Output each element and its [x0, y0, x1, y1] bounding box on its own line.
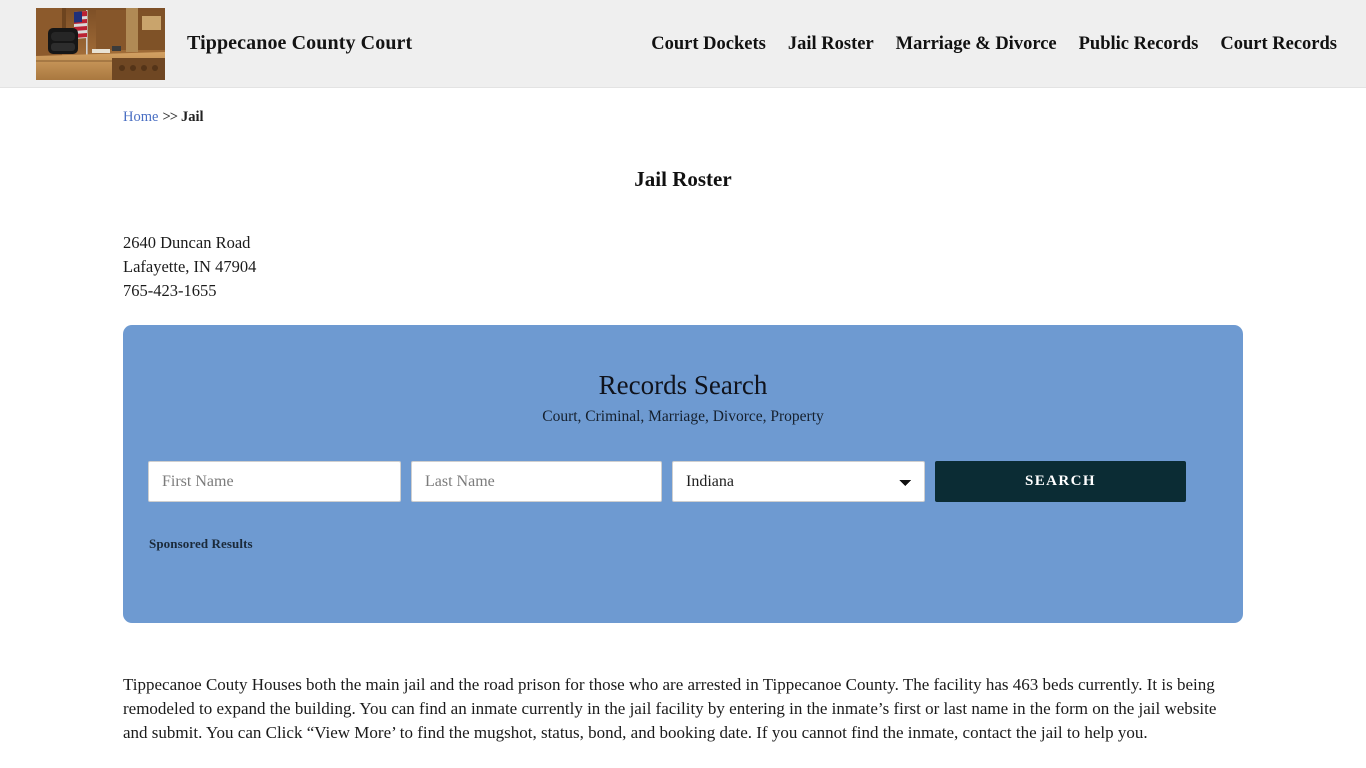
records-search-panel: Records Search Court, Criminal, Marriage…	[123, 324, 1243, 623]
nav-item-public-records[interactable]: Public Records	[1068, 32, 1210, 54]
facility-address: 2640 Duncan Road Lafayette, IN 47904 765…	[123, 231, 1243, 303]
jail-description-paragraph: Tippecanoe Couty Houses both the main ja…	[123, 674, 1217, 742]
nav-item-jail-roster[interactable]: Jail Roster	[777, 32, 885, 54]
nav-item-court-records[interactable]: Court Records	[1209, 32, 1348, 54]
brand[interactable]: Tippecanoe County Court	[36, 7, 413, 80]
courtroom-photo-icon[interactable]	[36, 7, 165, 80]
brand-title: Tippecanoe County Court	[187, 32, 413, 54]
facility-phone: 765-423-1655	[123, 280, 217, 300]
records-search-title: Records Search	[598, 369, 768, 400]
records-search-subtitle: Court, Criminal, Marriage, Divorce, Prop…	[542, 408, 824, 426]
site-header: Tippecanoe County Court Court Dockets Ja…	[0, 0, 1366, 88]
nav-item-marriage-divorce[interactable]: Marriage & Divorce	[885, 32, 1068, 54]
breadcrumb: Home >> Jail	[123, 88, 1243, 126]
facility-street: 2640 Duncan Road	[123, 232, 251, 252]
breadcrumb-separator: >>	[162, 109, 178, 125]
page-title: Jail Roster	[634, 167, 732, 192]
state-select[interactable]: Indiana	[672, 461, 925, 503]
breadcrumb-link-home[interactable]: Home	[123, 109, 158, 125]
last-name-input[interactable]	[411, 461, 662, 503]
nav-item-court-dockets[interactable]: Court Dockets	[640, 32, 777, 54]
search-button[interactable]: SEARCH	[935, 461, 1186, 503]
breadcrumb-current-jail: Jail	[180, 109, 204, 125]
first-name-input[interactable]	[148, 461, 401, 503]
page-body: Home >> Jail Jail Roster 2640 Duncan Road …	[0, 88, 1366, 745]
records-search-form: Indiana SEARCH	[147, 461, 1219, 503]
sponsored-results-label: Sponsored Results	[149, 536, 253, 552]
main-navigation: Court Dockets Jail Roster Marriage & Div…	[640, 32, 1348, 54]
facility-city-state-zip: Lafayette, IN 47904	[123, 256, 257, 276]
